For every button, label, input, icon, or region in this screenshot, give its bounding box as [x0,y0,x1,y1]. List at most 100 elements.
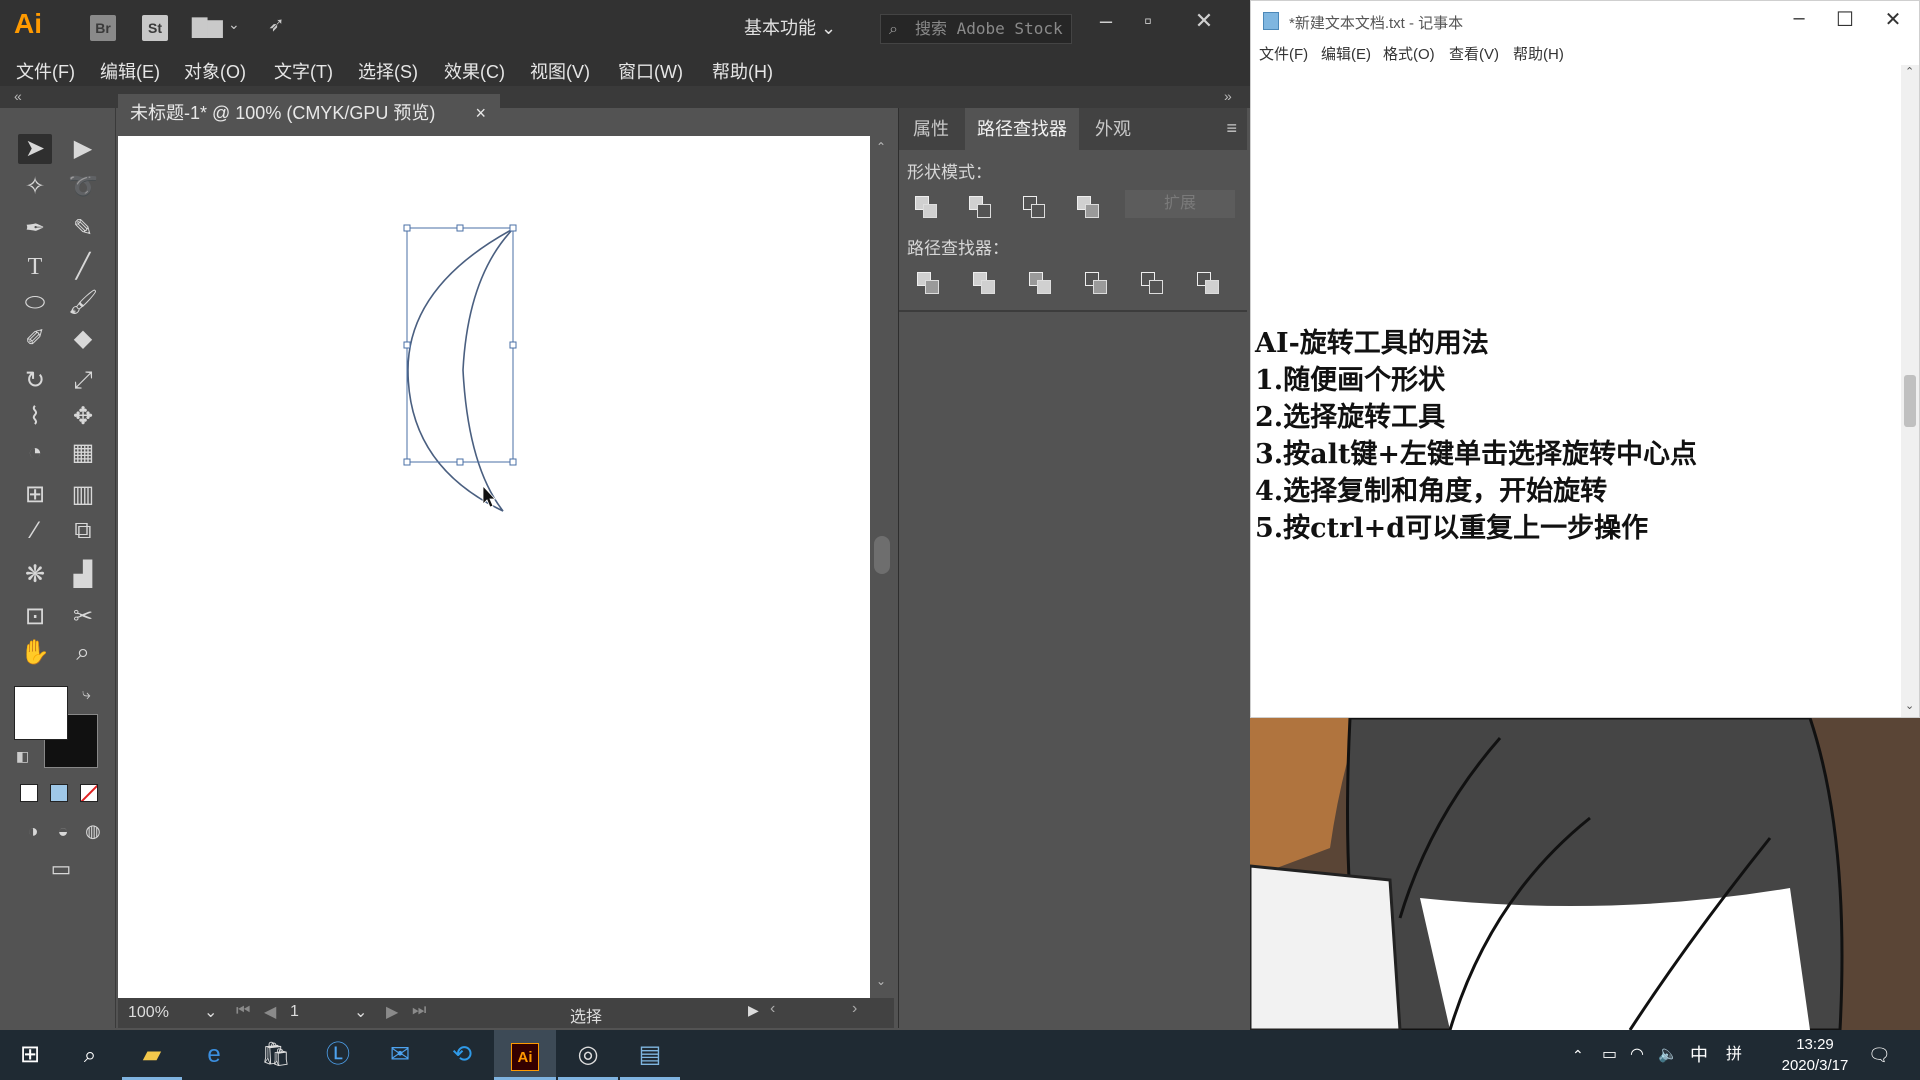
eyedropper-tool-icon[interactable]: ⁄ [18,516,52,546]
menu-effect[interactable]: 效果(C) [444,58,505,84]
symbol-sprayer-tool-icon[interactable]: ❋ [18,560,52,590]
tab-appearance[interactable]: 外观 [1083,108,1143,150]
illustrator-taskbar-icon[interactable]: Ai [494,1030,556,1080]
tab-properties[interactable]: 属性 [901,108,961,150]
draw-behind-icon[interactable]: ◒ [46,816,80,846]
document-tab[interactable]: 未标题-1* @ 100% (CMYK/GPU 预览) × [118,94,500,132]
notepad-minimize-button[interactable]: – [1777,7,1821,30]
artboard-canvas[interactable] [118,136,870,998]
rotate-tool-icon[interactable]: ↻ [18,366,52,396]
notepad-vertical-scrollbar[interactable]: ⌃ ⌄ [1901,65,1919,717]
expand-button[interactable]: 扩展 [1125,190,1235,218]
battery-icon[interactable]: ▭ [1602,1030,1617,1080]
store-icon[interactable]: 🛍 [246,1030,306,1080]
lasso-tool-icon[interactable]: ➰ [66,172,100,202]
notepad-scroll-thumb[interactable] [1904,375,1916,427]
start-button[interactable]: ⊞ [0,1030,60,1080]
menu-object[interactable]: 对象(O) [184,58,246,84]
fill-swatch-front[interactable] [14,686,68,740]
notepad-close-button[interactable]: ✕ [1871,7,1915,32]
shape-builder-tool-icon[interactable]: ◔ [18,438,52,468]
restore-button[interactable]: ▫ [1130,8,1166,34]
direct-selection-tool-icon[interactable]: ▶ [66,134,100,164]
collapse-toolbar-icon[interactable]: « [14,88,22,104]
wifi-icon[interactable]: ◠ [1630,1030,1644,1080]
scroll-thumb[interactable] [874,536,890,574]
system-clock[interactable]: 13:29 2020/3/17 [1760,1034,1870,1076]
notepad-scroll-down-icon[interactable]: ⌄ [1905,699,1914,712]
pen-tool-icon[interactable]: ✒ [18,214,52,244]
scroll-left-icon[interactable]: ‹ [770,1000,775,1018]
minimize-button[interactable]: – [1088,8,1124,34]
arrange-documents-icon[interactable]: ▇▆ [192,14,223,39]
artboard-select-chevron-icon[interactable]: ⌄ [354,1002,367,1022]
swap-colors-icon[interactable]: ⤷ [82,686,91,704]
publish-icon[interactable]: ➶ [268,12,285,37]
chevron-down-icon[interactable]: ⌄ [228,16,240,33]
menu-edit[interactable]: 编辑(E) [100,58,160,84]
scroll-right-icon[interactable]: › [852,1000,857,1018]
next-artboard-icon[interactable]: ▶ [386,1002,398,1022]
merge-button[interactable] [1027,270,1053,296]
none-mode-icon[interactable] [80,784,98,802]
close-document-icon[interactable]: × [475,94,486,132]
search-icon[interactable]: ⌕ [60,1030,120,1080]
default-colors-icon[interactable]: ◧ [16,748,29,765]
artboard-number-field[interactable]: 1 [290,1003,299,1021]
eraser-tool-icon[interactable]: ◆ [66,324,100,354]
notepad-menu-help[interactable]: 帮助(H) [1513,43,1564,64]
notepad-maximize-button[interactable]: ☐ [1823,7,1867,32]
obs-icon[interactable]: ◎ [558,1030,618,1080]
notepad-menu-file[interactable]: 文件(F) [1259,43,1308,64]
notification-center-icon[interactable]: 🗨 [1868,1030,1891,1080]
zoom-tool-icon[interactable]: ⌕ [66,638,100,668]
magic-wand-tool-icon[interactable]: ✧ [18,172,52,202]
gradient-tool-icon[interactable]: ▥ [66,480,100,510]
mesh-tool-icon[interactable]: ⊞ [18,480,52,510]
edge-browser-icon[interactable]: e [184,1030,244,1080]
menu-select[interactable]: 选择(S) [358,58,418,84]
perspective-grid-tool-icon[interactable]: ▦ [66,438,100,468]
slice-tool-icon[interactable]: ✂ [66,602,100,632]
sync-app-icon[interactable]: ⟲ [432,1030,492,1080]
zoom-level-select[interactable]: 100% ⌄ [122,1001,222,1025]
intersect-button[interactable] [1021,194,1047,220]
file-explorer-icon[interactable]: ▰ [122,1030,182,1080]
outline-button[interactable] [1139,270,1165,296]
clock-app-icon[interactable]: Ⓛ [308,1030,368,1080]
gradient-mode-icon[interactable] [50,784,68,802]
bridge-button[interactable]: Br [90,15,116,41]
ime-layout-indicator[interactable]: 拼 [1726,1030,1742,1080]
scale-tool-icon[interactable]: ⤢ [66,366,100,396]
screen-mode-icon[interactable]: ▭ [44,854,78,884]
ellipse-tool-icon[interactable]: ⬭ [18,288,52,318]
menu-view[interactable]: 视图(V) [530,58,590,84]
exclude-button[interactable] [1075,194,1101,220]
blend-tool-icon[interactable]: ⧉ [66,516,100,546]
notepad-taskbar-icon[interactable]: ▤ [620,1030,680,1080]
ime-mode-indicator[interactable]: 中 [1690,1030,1708,1080]
draw-normal-icon[interactable]: ◑ [16,816,50,846]
canvas-vertical-scrollbar[interactable]: ⌃ ⌄ [870,136,894,998]
unite-button[interactable] [913,194,939,220]
notepad-scroll-up-icon[interactable]: ⌃ [1905,65,1914,78]
status-menu-icon[interactable]: ▶ [748,1002,759,1019]
menu-file[interactable]: 文件(F) [16,58,75,84]
divide-button[interactable] [915,270,941,296]
minus-front-button[interactable] [967,194,993,220]
puppet-warp-tool-icon[interactable]: ✥ [66,402,100,432]
menu-help[interactable]: 帮助(H) [712,58,773,84]
scroll-up-icon[interactable]: ⌃ [876,140,886,154]
panel-menu-icon[interactable]: ≡ [1226,118,1237,139]
hand-tool-icon[interactable]: ✋ [18,638,52,668]
width-tool-icon[interactable]: ⌇ [18,402,52,432]
artboard-tool-icon[interactable]: ⊡ [18,602,52,632]
notepad-menu-view[interactable]: 查看(V) [1449,43,1499,64]
notepad-menu-format[interactable]: 格式(O) [1383,43,1435,64]
scroll-down-icon[interactable]: ⌄ [876,974,886,988]
first-artboard-icon[interactable]: ⏮ [236,1002,250,1020]
curvature-tool-icon[interactable]: ✎ [66,214,100,244]
expand-panels-icon[interactable]: » [1224,88,1232,104]
crop-button[interactable] [1083,270,1109,296]
line-tool-icon[interactable]: ╱ [66,252,100,282]
